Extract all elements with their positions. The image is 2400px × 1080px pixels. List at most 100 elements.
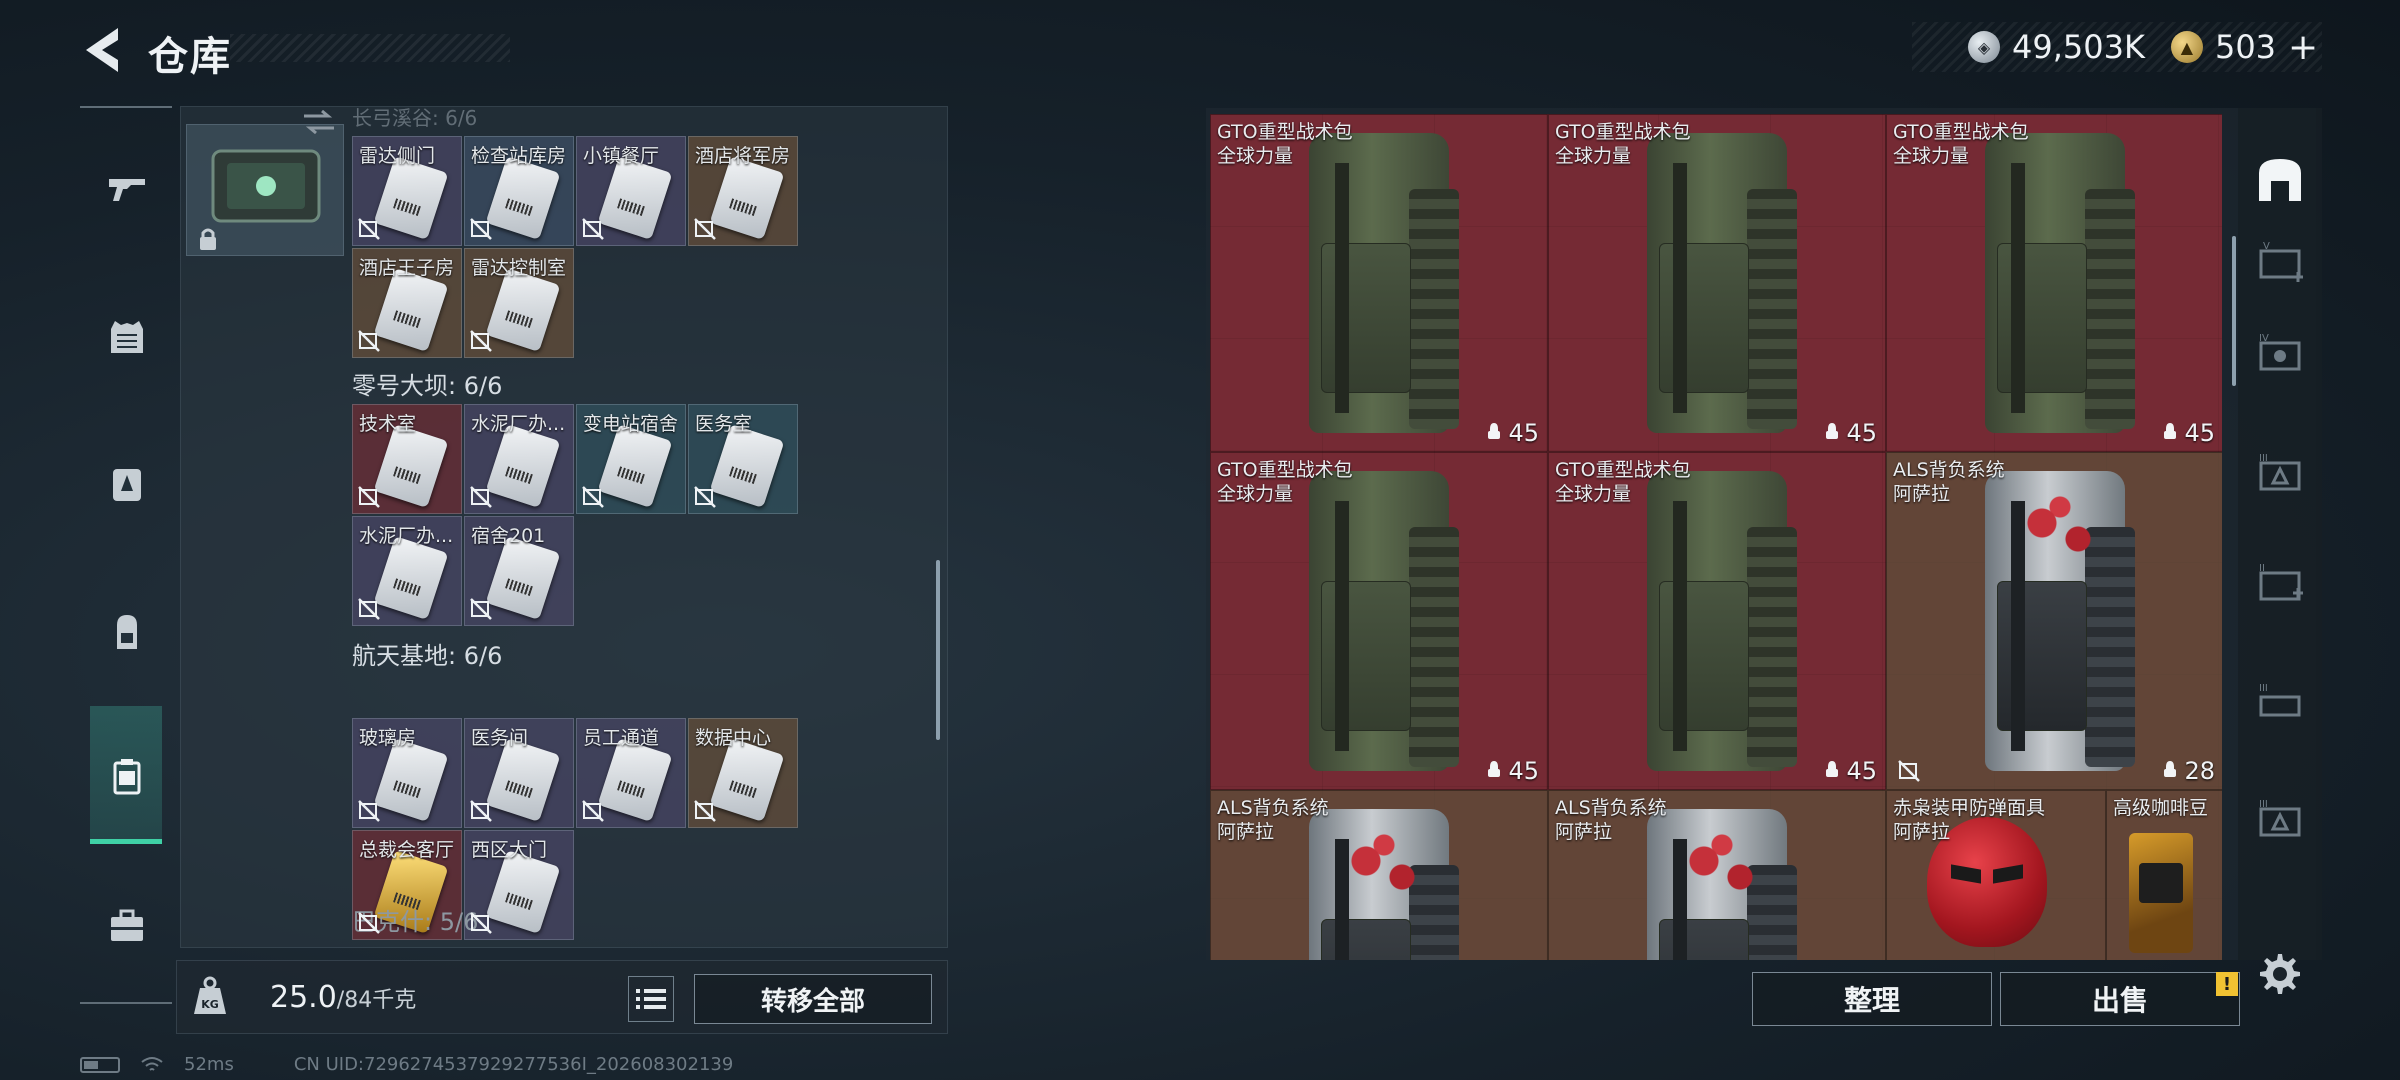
keycard-slot[interactable]: 宿舍201: [464, 516, 574, 626]
coffee-bean-bag-image: [2129, 833, 2193, 953]
stash-category-0[interactable]: [2248, 150, 2312, 214]
stash-category-2[interactable]: IV: [2248, 326, 2312, 390]
item-name: ALS背负系统: [1555, 797, 1667, 819]
keycard-slot[interactable]: 小镇餐厅: [576, 136, 686, 246]
stash-item[interactable]: ALS背负系统 阿萨拉 28: [1886, 452, 2222, 790]
not-tradable-icon: [581, 217, 605, 241]
keycard-icon: [373, 536, 449, 620]
silver-coin-icon: ◈: [1968, 31, 2000, 63]
keycard-label: 西区大门: [471, 839, 548, 861]
stash-category-6[interactable]: III: [2248, 792, 2312, 856]
keycard-label: 水泥厂办...: [471, 413, 566, 435]
selected-item-thumbnail[interactable]: [186, 124, 344, 256]
keycard-label: 数据中心: [695, 727, 772, 749]
sort-button[interactable]: 整理: [1752, 972, 1992, 1026]
keycard-label: 水泥厂办...: [359, 525, 454, 547]
keycard-icon: [485, 268, 561, 352]
item-faction: 阿萨拉: [1555, 821, 1613, 843]
sell-button[interactable]: 出售: [2000, 972, 2240, 1026]
tier-ii-stash-icon: II: [2253, 559, 2307, 617]
keycard-slot[interactable]: 雷达控制室: [464, 248, 574, 358]
rail-backpack[interactable]: [92, 596, 162, 666]
keycard-slot[interactable]: 西区大门: [464, 830, 574, 940]
capacity-badge: 45: [1484, 757, 1539, 785]
armor-vest-icon: [111, 321, 143, 353]
keycard-icon: [709, 424, 785, 508]
stash-item[interactable]: GTO重型战术包 全球力量 45: [1210, 452, 1548, 790]
not-tradable-icon: [357, 329, 381, 353]
page-title: 仓库: [148, 34, 232, 80]
item-name: GTO重型战术包: [1893, 121, 2029, 143]
keycard-slot[interactable]: 雷达侧门: [352, 136, 462, 246]
keycard-label: 雷达侧门: [359, 145, 436, 167]
capacity-badge: 45: [1484, 419, 1539, 447]
list-view-button[interactable]: [628, 976, 674, 1022]
gun-icon: [109, 179, 145, 201]
stash-item[interactable]: GTO重型战术包 全球力量 45: [1210, 114, 1548, 452]
add-currency-button[interactable]: +: [2288, 27, 2318, 68]
weight-readout: 25.0/84千克: [270, 980, 416, 1015]
backpack-icon: [117, 615, 137, 649]
weight-current: 25.0: [270, 980, 337, 1015]
keycard-slot[interactable]: 员工通道: [576, 718, 686, 828]
silver-currency-value: 49,503K: [2012, 28, 2145, 66]
gto-backpack-image: [1309, 471, 1459, 771]
not-tradable-icon: [469, 799, 493, 823]
currency-bar: ◈ 49,503K ▲ 503 +: [1912, 22, 2322, 72]
gear-icon[interactable]: [2254, 950, 2302, 998]
keycard-label: 雷达控制室: [471, 257, 567, 279]
tier-iii-stash-icon-2: III: [2253, 677, 2307, 735]
keycard-slot[interactable]: 水泥厂办...: [464, 404, 574, 514]
stash-item[interactable]: GTO重型战术包 全球力量 45: [1548, 452, 1886, 790]
keycard-slot[interactable]: 数据中心: [688, 718, 798, 828]
transfer-all-button[interactable]: 转移全部: [694, 974, 932, 1024]
stash-scrollbar[interactable]: [2232, 236, 2236, 386]
item-faction: 全球力量: [1217, 145, 1294, 167]
item-faction: 阿萨拉: [1217, 821, 1275, 843]
keycard-slot[interactable]: 变电站宿舍: [576, 404, 686, 514]
keycard-slot[interactable]: 玻璃房: [352, 718, 462, 828]
back-button[interactable]: [78, 24, 126, 76]
stash-item[interactable]: GTO重型战术包 全球力量 45: [1548, 114, 1886, 452]
stash-category-3[interactable]: III: [2248, 446, 2312, 510]
svg-text:II: II: [2259, 563, 2265, 574]
rail-briefcase[interactable]: [92, 890, 162, 960]
keycard-slot[interactable]: 水泥厂办...: [352, 516, 462, 626]
stash-item[interactable]: 高级咖啡豆: [2106, 790, 2222, 960]
capacity-icon: [1822, 757, 1842, 785]
rail-medic-pack[interactable]: [92, 448, 162, 518]
stash-item[interactable]: 赤枭装甲防弹面具 阿萨拉: [1886, 790, 2106, 960]
gto-backpack-image: [1985, 133, 2135, 433]
map-group-header: 航天基地: 6/6: [352, 642, 503, 670]
tier-iii-stash-icon-3: III: [2253, 795, 2307, 853]
stash-category-1[interactable]: V: [2248, 234, 2312, 298]
keycard-slot[interactable]: 技术室: [352, 404, 462, 514]
keycard-slot[interactable]: 检查站库房: [464, 136, 574, 246]
keycard-slot[interactable]: 酒店将军房: [688, 136, 798, 246]
left-scrollbar[interactable]: [936, 560, 940, 740]
als-backpack-image: [1647, 809, 1797, 960]
stash-grid[interactable]: GTO重型战术包 全球力量 45 GTO重型战术包 全球力量 45 GTO重型战术包 全球力量…: [1210, 114, 2222, 960]
stash-item[interactable]: ALS背负系统 阿萨拉: [1210, 790, 1548, 960]
rail-armor[interactable]: [92, 302, 162, 372]
not-tradable-icon: [693, 485, 717, 509]
keycard-label: 玻璃房: [359, 727, 417, 749]
rail-stash[interactable]: [92, 740, 162, 810]
keycard-icon: [485, 156, 561, 240]
stash-item[interactable]: GTO重型战术包 全球力量 45: [1886, 114, 2222, 452]
stash-item[interactable]: ALS背负系统 阿萨拉: [1548, 790, 1886, 960]
stash-category-4[interactable]: II: [2248, 556, 2312, 620]
keycard-slot[interactable]: 医务间: [464, 718, 574, 828]
keycard-slot[interactable]: 医务室: [688, 404, 798, 514]
rail-weapons[interactable]: [92, 152, 162, 222]
keycard-label: 宿舍201: [471, 525, 546, 547]
swap-arrows-icon[interactable]: [302, 110, 336, 134]
keycard-slot[interactable]: 酒店王子房: [352, 248, 462, 358]
capacity-icon: [2160, 757, 2180, 785]
capacity-badge: 45: [1822, 419, 1877, 447]
keycard-label: 技术室: [359, 413, 417, 435]
svg-text:III: III: [2259, 453, 2268, 464]
lock-icon: [200, 228, 216, 250]
item-name: GTO重型战术包: [1217, 459, 1353, 481]
stash-category-5[interactable]: III: [2248, 674, 2312, 738]
